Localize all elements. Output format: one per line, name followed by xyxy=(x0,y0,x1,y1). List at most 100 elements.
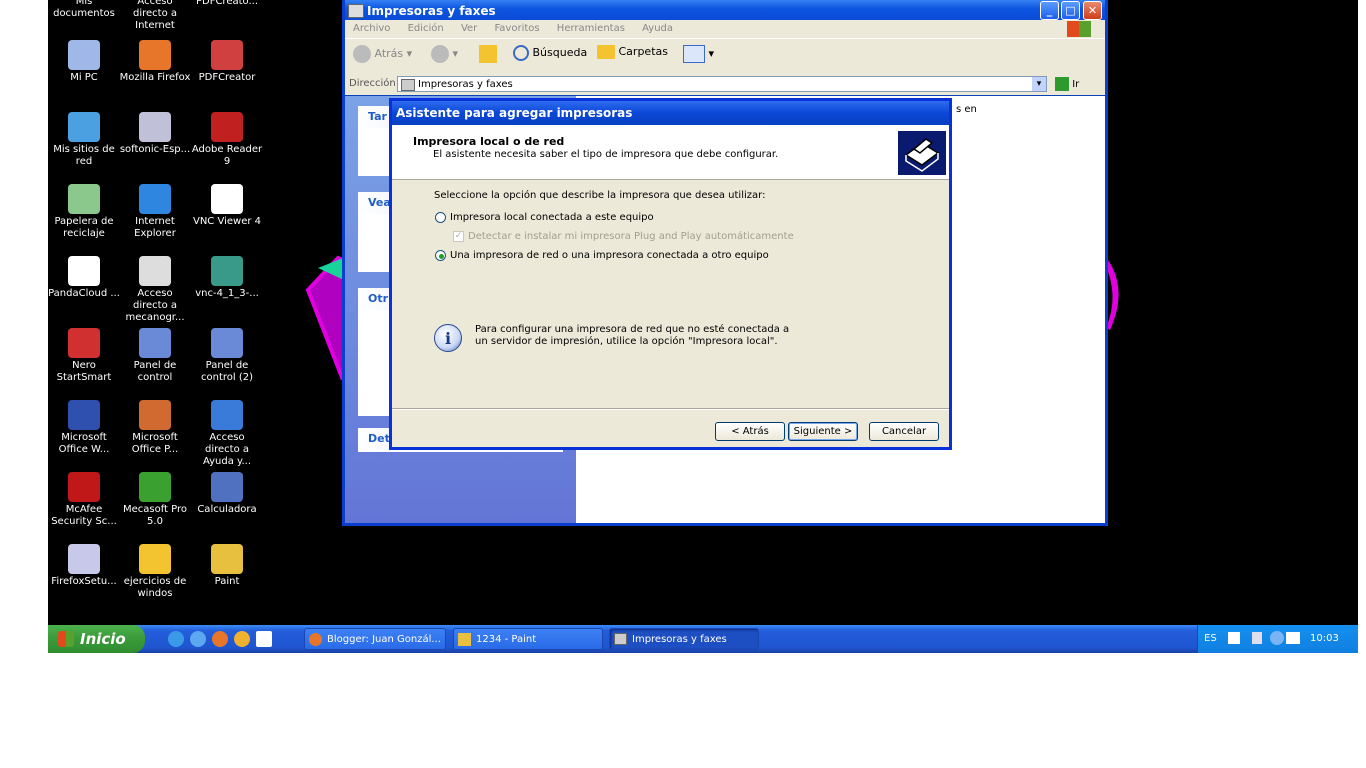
task-printers[interactable]: Impresoras y faxes xyxy=(609,628,759,650)
windows-logo-icon xyxy=(1067,21,1091,37)
desktop-icon-label: Paint xyxy=(214,576,240,587)
desktop-icon[interactable]: Papelera de reciclaje xyxy=(48,184,120,240)
quicklaunch-firefox2-icon[interactable] xyxy=(212,631,228,647)
word-icon xyxy=(68,400,100,430)
network-tray-icon[interactable] xyxy=(1252,632,1262,644)
menu-archivo[interactable]: Archivo xyxy=(353,23,390,34)
menu-favoritos[interactable]: Favoritos xyxy=(494,23,539,34)
desktop-icon-label: Mecasoft Pro 5.0 xyxy=(122,504,188,527)
desktop-icon[interactable]: Panel de control (2) xyxy=(191,328,263,384)
pdfcreator-icon xyxy=(211,40,243,70)
task-paint[interactable]: 1234 - Paint xyxy=(453,628,603,650)
minimize-button[interactable]: _ xyxy=(1040,1,1059,20)
desktop-icon[interactable]: Mis documentos xyxy=(48,0,120,20)
folders-button[interactable]: Carpetas xyxy=(597,45,668,59)
desktop-icon[interactable]: PDFCreator xyxy=(191,40,263,84)
views-button[interactable]: ▾ xyxy=(683,45,714,63)
chevron-down-icon[interactable]: ▾ xyxy=(1032,77,1046,91)
up-folder-button[interactable] xyxy=(479,45,497,63)
desktop-icon[interactable]: PandaCloud ... xyxy=(48,256,120,300)
firefox-task-icon xyxy=(309,633,322,646)
radio-local-label[interactable]: Impresora local conectada a este equipo xyxy=(450,212,654,223)
radio-network-label[interactable]: Una impresora de red o una impresora con… xyxy=(450,250,769,261)
quicklaunch-vnc-icon[interactable] xyxy=(256,631,272,647)
powerpoint-icon xyxy=(139,400,171,430)
start-button[interactable]: Inicio xyxy=(48,625,145,653)
menu-herramientas[interactable]: Herramientas xyxy=(557,23,625,34)
help-tray-icon[interactable] xyxy=(1228,632,1240,644)
desktop-icon[interactable]: Mi PC xyxy=(48,40,120,84)
wizard-header-subtitle: El asistente necesita saber el tipo de i… xyxy=(433,149,779,160)
desktop-icon[interactable]: Panel de control xyxy=(119,328,191,384)
taskbar: Inicio Blogger: Juan Gonzál... 1234 - Pa… xyxy=(48,625,1358,653)
radio-local-printer[interactable] xyxy=(435,212,446,223)
back-button-wizard[interactable]: < Atrás xyxy=(715,422,785,441)
desktop-icon[interactable]: VNC Viewer 4 xyxy=(191,184,263,228)
archive-icon xyxy=(211,256,243,286)
desktop-icon[interactable]: Nero StartSmart xyxy=(48,328,120,384)
checkbox-pnp-label[interactable]: Detectar e instalar mi impresora Plug an… xyxy=(468,231,794,242)
task-blogger[interactable]: Blogger: Juan Gonzál... xyxy=(304,628,446,650)
internet-explorer-icon xyxy=(139,184,171,214)
list-text: s en xyxy=(956,104,977,115)
menu-ayuda[interactable]: Ayuda xyxy=(642,23,673,34)
address-value: Impresoras y faxes xyxy=(418,79,513,90)
info-icon: i xyxy=(434,324,462,352)
address-input[interactable]: Impresoras y faxes ▾ xyxy=(397,76,1047,92)
desktop-icon-label: Mozilla Firefox xyxy=(119,72,191,83)
installer-icon xyxy=(139,112,171,142)
wizard-titlebar[interactable]: Asistente para agregar impresoras xyxy=(392,101,949,125)
desktop-icon[interactable]: ejercicios de windos xyxy=(119,544,191,600)
desktop-icon-label: Internet Explorer xyxy=(134,216,176,239)
desktop-icon-label: Microsoft Office W... xyxy=(58,432,110,455)
desktop: Mis documentos Acceso directo a Internet P… xyxy=(48,0,1358,653)
maximize-button[interactable]: □ xyxy=(1061,1,1080,20)
radio-network-printer[interactable] xyxy=(435,250,446,261)
desktop-icon[interactable]: Mis sitios de red xyxy=(48,112,120,168)
add-printer-wizard[interactable]: Asistente para agregar impresoras Impres… xyxy=(389,98,952,450)
mcafee-icon xyxy=(68,472,100,502)
desktop-icon[interactable]: McAfee Security Sc... xyxy=(48,472,120,528)
desktop-icon[interactable]: PDFCreato... xyxy=(191,0,263,8)
desktop-icon-label: Mi PC xyxy=(70,72,98,83)
language-indicator[interactable]: ES xyxy=(1204,633,1217,644)
vnc-tray-icon[interactable] xyxy=(1286,632,1300,644)
desktop-icon[interactable]: Calculadora xyxy=(191,472,263,516)
desktop-icon[interactable]: Microsoft Office P... xyxy=(119,400,191,456)
firefox-icon xyxy=(139,40,171,70)
close-button[interactable]: ✕ xyxy=(1083,1,1102,20)
cancel-button[interactable]: Cancelar xyxy=(869,422,939,441)
help-icon xyxy=(211,400,243,430)
desktop-icon[interactable]: Acceso directo a Internet xyxy=(119,0,191,32)
expand-tray-icon[interactable] xyxy=(1270,631,1284,645)
printer-icon xyxy=(898,131,946,175)
desktop-icon[interactable]: FirefoxSetu... xyxy=(48,544,120,588)
desktop-icon-label: FirefoxSetu... xyxy=(51,576,117,587)
setup-cd-icon xyxy=(68,544,100,574)
desktop-icon[interactable]: Acceso directo a mecanogr... xyxy=(119,256,191,324)
desktop-icon[interactable]: Adobe Reader 9 xyxy=(191,112,263,168)
menu-ver[interactable]: Ver xyxy=(461,23,477,34)
quicklaunch-firefox-icon[interactable] xyxy=(190,631,206,647)
desktop-icon[interactable]: Internet Explorer xyxy=(119,184,191,240)
desktop-icon[interactable]: Microsoft Office W... xyxy=(48,400,120,456)
go-button[interactable]: Ir xyxy=(1055,77,1079,91)
checkbox-pnp[interactable]: ✓ xyxy=(453,231,464,242)
quicklaunch-ie-icon[interactable] xyxy=(168,631,184,647)
desktop-icon-label: vnc-4_1_3-... xyxy=(195,288,259,299)
next-button[interactable]: Siguiente > xyxy=(788,422,858,441)
desktop-icon[interactable]: Acceso directo a Ayuda y... xyxy=(191,400,263,468)
search-button[interactable]: Búsqueda xyxy=(513,45,587,61)
desktop-icon[interactable]: softonic-Esp... xyxy=(119,112,191,156)
forward-button[interactable]: ▾ xyxy=(431,45,458,63)
desktop-icon-label: Microsoft Office P... xyxy=(131,432,179,455)
desktop-icon[interactable]: Mecasoft Pro 5.0 xyxy=(119,472,191,528)
desktop-icon[interactable]: Mozilla Firefox xyxy=(119,40,191,84)
quicklaunch-media-icon[interactable] xyxy=(234,631,250,647)
desktop-icon[interactable]: Paint xyxy=(191,544,263,588)
menu-edicion[interactable]: Edición xyxy=(408,23,444,34)
back-button[interactable]: Atrás ▾ xyxy=(353,45,412,63)
desktop-icon-label: Panel de control (2) xyxy=(200,360,253,383)
wizard-header: Impresora local o de red El asistente ne… xyxy=(392,125,949,180)
desktop-icon[interactable]: vnc-4_1_3-... xyxy=(191,256,263,300)
